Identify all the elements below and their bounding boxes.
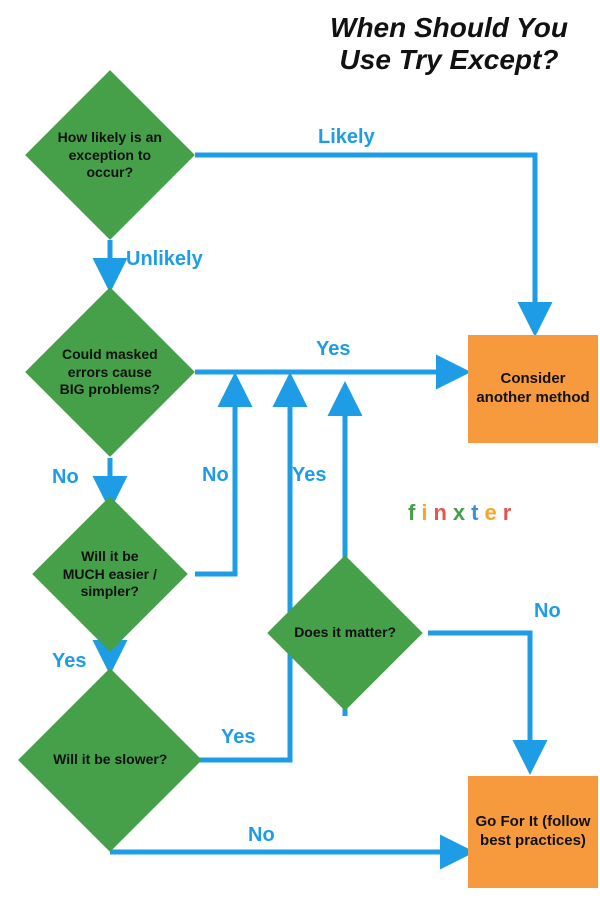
edge-label-no-d5: No bbox=[534, 600, 561, 623]
title-line-2: Use Try Except? bbox=[340, 44, 559, 75]
edge-label-no-d4: No bbox=[248, 824, 275, 847]
result-text: Go For It (follow best practices) bbox=[474, 813, 592, 851]
result-consider-another: Consider another method bbox=[468, 335, 598, 443]
decision-slower: Will it be slower? bbox=[18, 668, 202, 852]
result-go-for-it: Go For It (follow best practices) bbox=[468, 776, 598, 888]
edge-label-no-d3: No bbox=[202, 464, 229, 487]
decision-text: Does it matter? bbox=[290, 620, 400, 645]
decision-does-it-matter: Does it matter? bbox=[267, 555, 423, 711]
edge-label-yes-d4: Yes bbox=[221, 726, 255, 749]
edge-label-yes-d5: Yes bbox=[292, 464, 326, 487]
decision-masked-errors: Could masked errors cause BIG problems? bbox=[25, 287, 195, 457]
brand-finxter: finxter bbox=[408, 500, 517, 526]
edge-label-unlikely: Unlikely bbox=[126, 248, 203, 271]
title-line-1: When Should You bbox=[330, 12, 568, 43]
edge-label-yes-d2: Yes bbox=[316, 338, 350, 361]
decision-text: Will it be MUCH easier / simpler? bbox=[55, 544, 165, 605]
page-title: When Should You Use Try Except? bbox=[330, 12, 568, 76]
decision-text: Could masked errors cause BIG problems? bbox=[50, 342, 170, 403]
decision-text: Will it be slower? bbox=[49, 747, 171, 772]
edge-label-likely: Likely bbox=[318, 126, 375, 149]
decision-text: How likely is an exception to occur? bbox=[50, 125, 170, 186]
flowchart-canvas: When Should You Use Try Except? How like… bbox=[0, 0, 600, 900]
decision-exception-likelihood: How likely is an exception to occur? bbox=[25, 70, 195, 240]
edge-label-no-d2: No bbox=[52, 466, 79, 489]
decision-easier-simpler: Will it be MUCH easier / simpler? bbox=[32, 496, 188, 652]
edge-label-yes-d3: Yes bbox=[52, 650, 86, 673]
result-text: Consider another method bbox=[474, 370, 592, 408]
